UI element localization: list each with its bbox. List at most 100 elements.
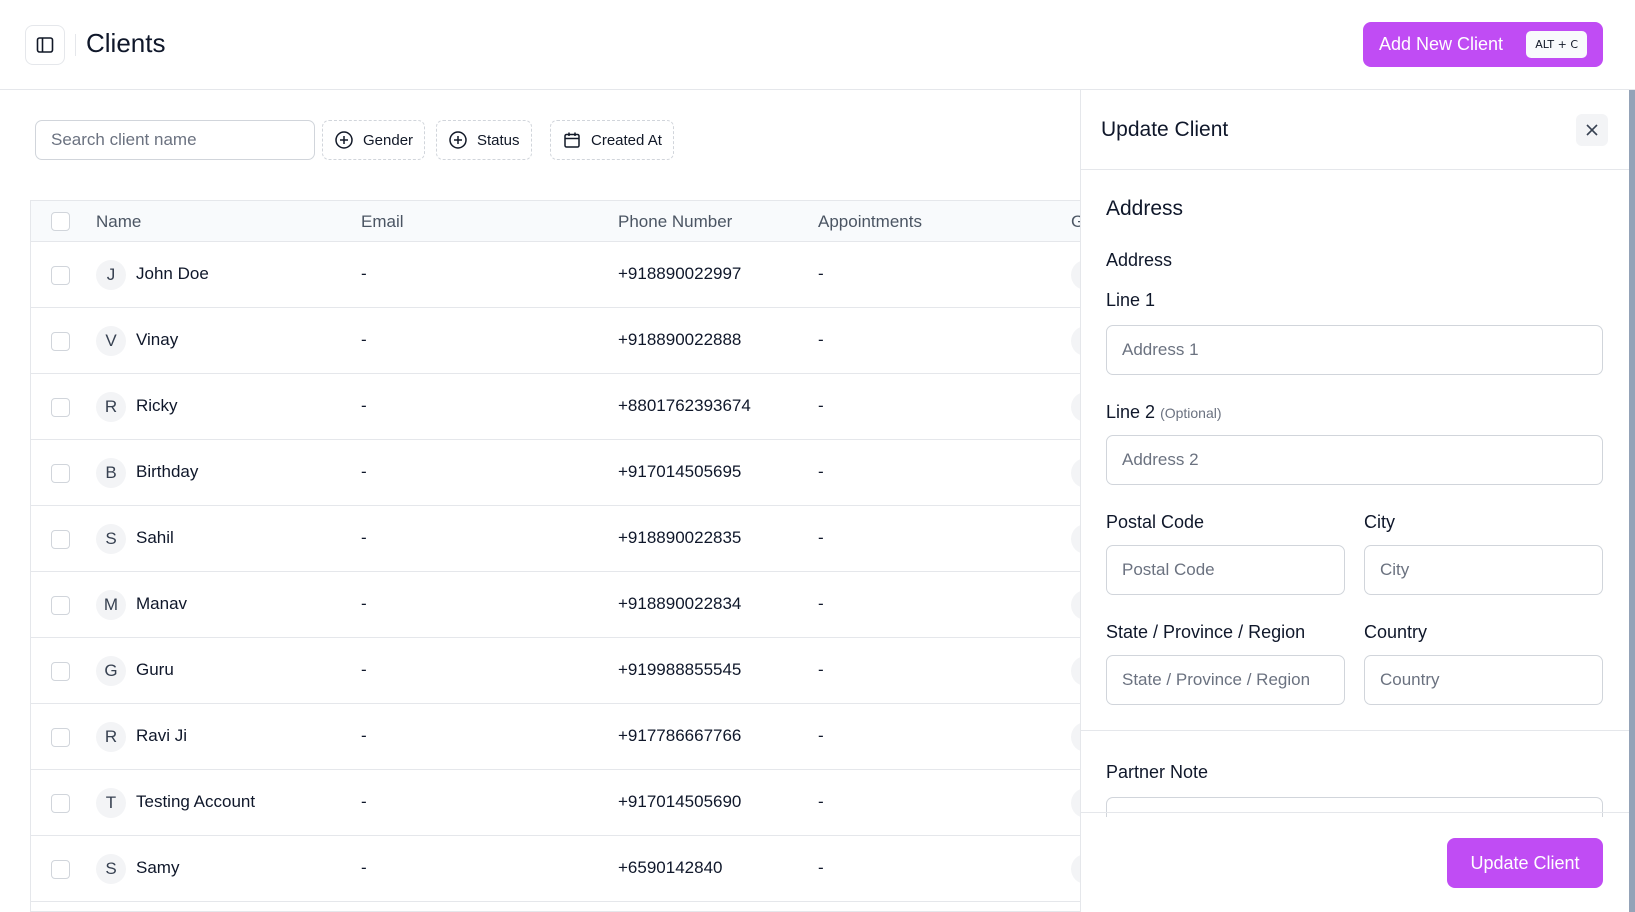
clients-table: Name Email Phone Number Appointments G J…	[30, 200, 1081, 912]
client-appointments: -	[818, 330, 824, 349]
optional-hint: (Optional)	[1160, 405, 1222, 421]
client-appointments: -	[818, 396, 824, 415]
client-email: -	[361, 528, 367, 547]
line2-label-text: Line 2	[1106, 402, 1156, 422]
avatar: M	[96, 590, 126, 620]
client-phone: +6590142840	[618, 858, 723, 877]
table-header: Name Email Phone Number Appointments G	[31, 201, 1081, 242]
table-row[interactable]: J John Doe - +918890022997 -	[31, 242, 1081, 308]
avatar: R	[96, 392, 126, 422]
client-name[interactable]: Sahil	[136, 528, 174, 548]
calendar-icon	[564, 132, 580, 148]
column-header-email[interactable]: Email	[361, 212, 404, 232]
line1-label: Line 1	[1106, 290, 1156, 310]
client-email: -	[361, 792, 367, 811]
partner-note-textarea[interactable]	[1106, 797, 1603, 817]
client-name[interactable]: Testing Account	[136, 792, 255, 812]
client-email: -	[361, 462, 367, 481]
client-name[interactable]: Guru	[136, 660, 174, 680]
avatar: B	[96, 458, 126, 488]
address-line2-input[interactable]	[1106, 435, 1603, 485]
section-divider	[1081, 730, 1635, 731]
client-phone: +919988855545	[618, 660, 742, 679]
status-filter-button[interactable]: Status	[436, 120, 532, 160]
client-appointments: -	[818, 528, 824, 547]
close-drawer-button[interactable]	[1576, 114, 1608, 146]
row-checkbox[interactable]	[51, 596, 70, 615]
row-checkbox[interactable]	[51, 794, 70, 813]
client-name[interactable]: Vinay	[136, 330, 178, 350]
column-header-appointments[interactable]: Appointments	[818, 212, 922, 232]
page-title: Clients	[86, 28, 166, 58]
created-at-filter-button[interactable]: Created At	[550, 120, 674, 160]
address-label: Address	[1106, 250, 1173, 270]
column-header-phone[interactable]: Phone Number	[618, 212, 732, 232]
drawer-footer-divider	[1081, 812, 1635, 813]
table-row[interactable]: T Testing Account - +917014505690 -	[31, 770, 1081, 836]
gender-filter-button[interactable]: Gender	[322, 120, 426, 160]
client-email: -	[361, 726, 367, 745]
table-row[interactable]: G Guru - +919988855545 -	[31, 638, 1081, 704]
client-name[interactable]: Samy	[136, 858, 179, 878]
client-name[interactable]: Manav	[136, 594, 187, 614]
client-appointments: -	[818, 462, 824, 481]
client-appointments: -	[818, 858, 824, 877]
keyboard-shortcut-badge: ALT + C	[1526, 31, 1587, 58]
table-row[interactable]: B Birthday - +917014505695 -	[31, 440, 1081, 506]
client-appointments: -	[818, 726, 824, 745]
table-row[interactable]: R Ravi Ji - +917786667766 -	[31, 704, 1081, 770]
search-client-input[interactable]	[35, 120, 315, 160]
client-name[interactable]: Ravi Ji	[136, 726, 187, 746]
update-client-drawer: Update Client Address Address Line 1 Lin…	[1080, 90, 1635, 912]
client-phone: +917014505695	[618, 462, 742, 481]
avatar: R	[96, 722, 126, 752]
row-checkbox[interactable]	[51, 860, 70, 879]
gender-filter-label: Gender	[363, 131, 414, 149]
client-email: -	[361, 396, 367, 415]
client-appointments: -	[818, 792, 824, 811]
country-label: Country	[1364, 622, 1428, 642]
row-checkbox[interactable]	[51, 728, 70, 747]
row-checkbox[interactable]	[51, 662, 70, 681]
update-client-button[interactable]: Update Client	[1447, 838, 1603, 888]
table-row[interactable]: R Ricky - +8801762393674 -	[31, 374, 1081, 440]
client-email: -	[361, 330, 367, 349]
client-phone: +8801762393674	[618, 396, 751, 415]
city-input[interactable]	[1364, 545, 1603, 595]
client-phone: +918890022834	[618, 594, 742, 613]
avatar: J	[96, 260, 126, 290]
row-checkbox[interactable]	[51, 464, 70, 483]
row-checkbox[interactable]	[51, 266, 70, 285]
client-name[interactable]: Birthday	[136, 462, 198, 482]
client-name[interactable]: John Doe	[136, 264, 209, 284]
row-checkbox[interactable]	[51, 398, 70, 417]
top-header: Clients Add New Client ALT + C	[0, 0, 1635, 90]
client-phone: +917786667766	[618, 726, 742, 745]
created-at-filter-label: Created At	[591, 131, 662, 149]
client-email: -	[361, 858, 367, 877]
table-row[interactable]: S Samy - +6590142840 -	[31, 836, 1081, 902]
address-line1-input[interactable]	[1106, 325, 1603, 375]
client-name[interactable]: Ricky	[136, 396, 178, 416]
drawer-title: Update Client	[1101, 118, 1229, 141]
column-header-name[interactable]: Name	[96, 212, 141, 232]
postal-code-label: Postal Code	[1106, 512, 1205, 532]
state-input[interactable]	[1106, 655, 1345, 705]
table-row[interactable]: V Vinay - +918890022888 -	[31, 308, 1081, 374]
table-row[interactable]: M Manav - +918890022834 -	[31, 572, 1081, 638]
state-label: State / Province / Region	[1106, 622, 1306, 642]
table-row[interactable]: S Sahil - +918890022835 -	[31, 506, 1081, 572]
row-checkbox[interactable]	[51, 332, 70, 351]
avatar: S	[96, 524, 126, 554]
add-new-client-button[interactable]: Add New Client ALT + C	[1363, 22, 1603, 67]
client-email: -	[361, 660, 367, 679]
sidebar-toggle-button[interactable]	[25, 25, 65, 65]
country-input[interactable]	[1364, 655, 1603, 705]
drawer-scrollbar[interactable]	[1629, 90, 1635, 912]
select-all-checkbox[interactable]	[51, 212, 70, 231]
row-checkbox[interactable]	[51, 530, 70, 549]
client-email: -	[361, 264, 367, 283]
postal-code-input[interactable]	[1106, 545, 1345, 595]
header-divider	[75, 34, 76, 56]
client-phone: +918890022835	[618, 528, 742, 547]
